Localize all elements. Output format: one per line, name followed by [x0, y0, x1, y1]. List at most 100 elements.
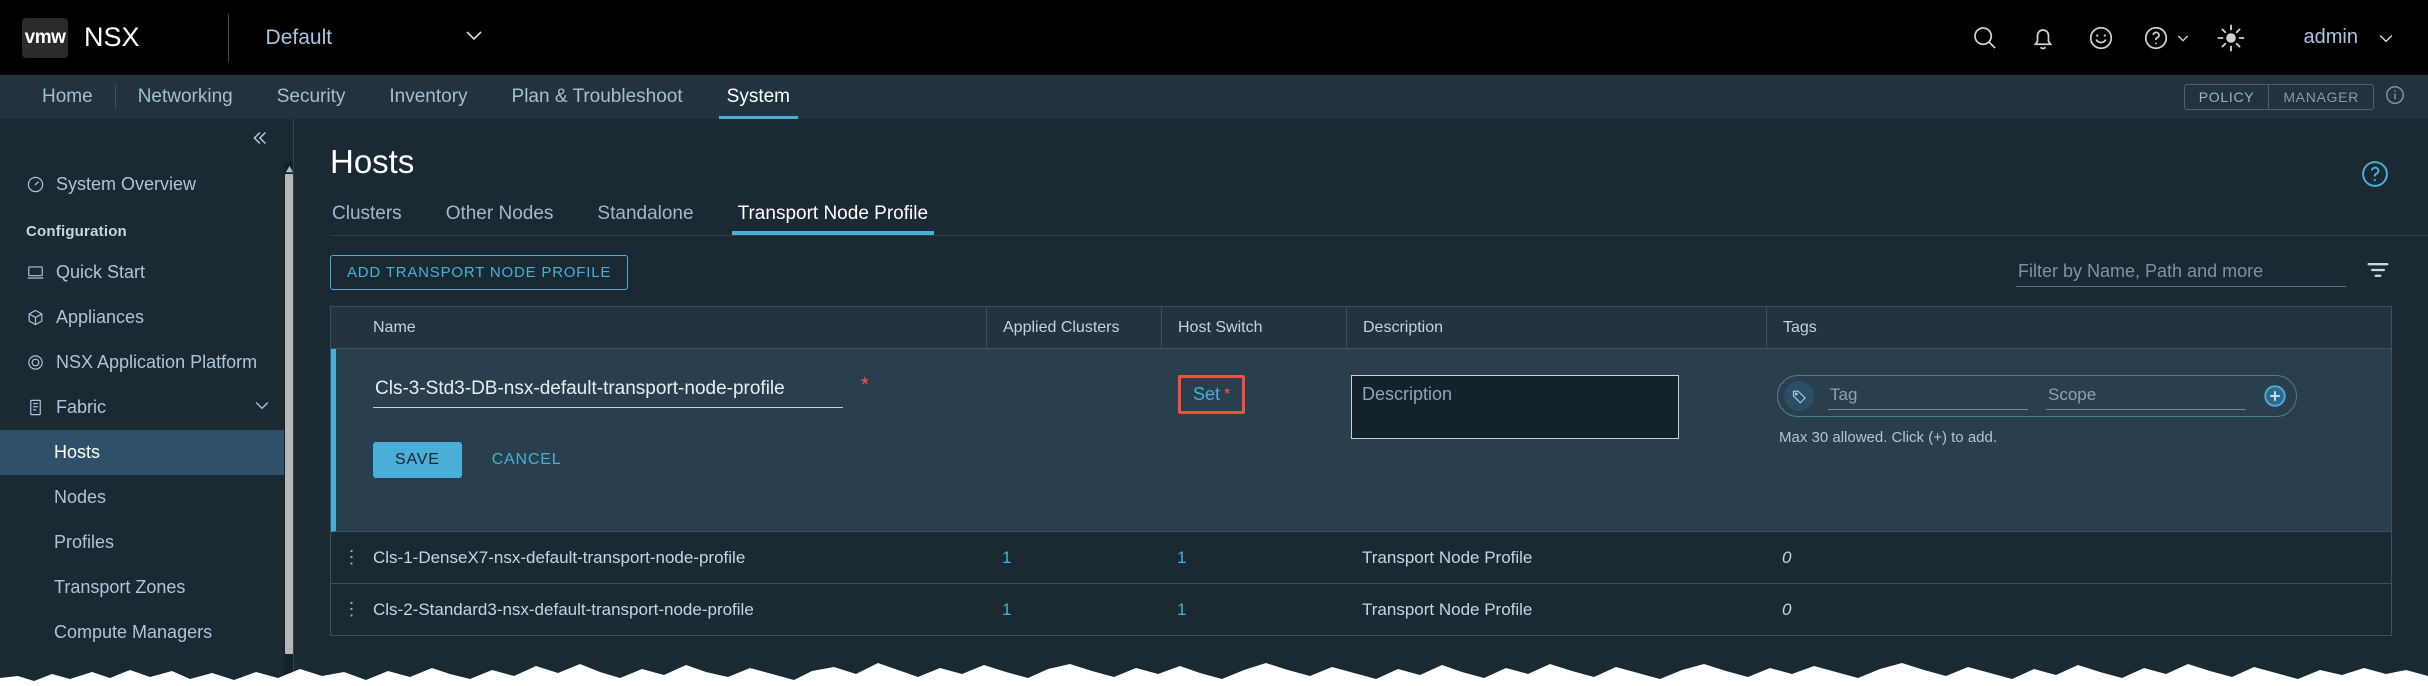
sidebar-item-label: Nodes [54, 487, 107, 507]
sidebar-item-quick-start[interactable]: Quick Start [0, 250, 294, 295]
sidebar-item-label: Profiles [54, 532, 115, 552]
tag-entry-control [1777, 375, 2297, 417]
sidebar-collapse-button[interactable] [0, 119, 294, 162]
tag-scope-input[interactable] [2046, 382, 2246, 410]
nav-item-system[interactable]: System [705, 75, 812, 119]
filter-funnel-icon[interactable] [2364, 256, 2392, 289]
column-header-host-switch[interactable]: Host Switch [1161, 306, 1346, 349]
nav-item-security[interactable]: Security [255, 75, 368, 119]
applied-clusters-link[interactable]: 1 [1002, 548, 1011, 568]
policy-manager-toggle[interactable]: POLICY MANAGER [2183, 84, 2374, 110]
row-host-switch-cell: 1 [1161, 584, 1346, 636]
host-switch-link[interactable]: 1 [1177, 600, 1186, 620]
description-textarea[interactable] [1351, 375, 1679, 439]
sidebar-item-label: Compute Managers [54, 622, 213, 642]
page-help-icon[interactable] [2358, 157, 2392, 196]
edit-cell-description [1351, 349, 1771, 531]
header-icon-group: admin [1956, 0, 2428, 75]
nav-item-networking[interactable]: Networking [116, 75, 255, 119]
column-header-description[interactable]: Description [1346, 306, 1766, 349]
sidebar-scrollbar-thumb[interactable] [285, 174, 293, 654]
content-tabs: Clusters Other Nodes Standalone Transpor… [294, 199, 2428, 235]
cube-icon [26, 308, 56, 327]
save-button[interactable]: SAVE [373, 442, 462, 478]
edit-cell-name: * SAVE CANCEL [336, 349, 991, 531]
sidebar-item-label: Appliances [56, 307, 145, 327]
sidebar-item-system-overview[interactable]: System Overview [0, 162, 294, 207]
host-switch-required-asterisk: * [1224, 385, 1231, 403]
user-menu-chevron-down-icon[interactable] [2364, 0, 2408, 75]
info-icon[interactable] [2384, 84, 2406, 111]
cancel-button[interactable]: CANCEL [492, 451, 562, 469]
column-header-applied-clusters[interactable]: Applied Clusters [986, 306, 1161, 349]
sidebar-item-profiles[interactable]: Profiles [0, 520, 294, 565]
applied-clusters-link[interactable]: 1 [1002, 600, 1011, 620]
tag-name-input[interactable] [1828, 382, 2028, 410]
table-row[interactable]: ⋮ Cls-1-DenseX7-nsx-default-transport-no… [331, 532, 2391, 584]
help-icon[interactable] [2130, 0, 2202, 75]
sidebar-item-compute-managers[interactable]: Compute Managers [0, 610, 294, 655]
host-switch-set-highlight: Set * [1178, 375, 1246, 414]
tag-icon [1784, 381, 1814, 411]
nav-item-label: Inventory [389, 86, 468, 107]
sidebar-item-transport-zones[interactable]: Transport Zones [0, 565, 294, 610]
table-row[interactable]: ⋮ Cls-2-Standard3-nsx-default-transport-… [331, 584, 2391, 636]
bell-icon[interactable] [2014, 0, 2072, 75]
tab-transport-node-profile[interactable]: Transport Node Profile [731, 203, 935, 235]
sidebar-item-nsx-application-platform[interactable]: NSX Application Platform [0, 340, 294, 385]
page-title: Hosts [330, 143, 415, 180]
sidebar-item-appliances[interactable]: Appliances [0, 295, 294, 340]
column-header-name[interactable]: Name [331, 307, 986, 349]
manager-mode-button[interactable]: MANAGER [2269, 85, 2373, 109]
sidebar-item-label: Transport Zones [54, 577, 186, 597]
server-icon [26, 398, 56, 417]
product-name: NSX [84, 22, 140, 52]
add-transport-node-profile-button[interactable]: ADD TRANSPORT NODE PROFILE [330, 254, 629, 290]
filter-input[interactable] [2016, 257, 2346, 287]
add-tag-plus-icon[interactable] [2262, 383, 2288, 409]
nav-item-inventory[interactable]: Inventory [367, 75, 489, 119]
table-header-row: Name Applied Clusters Host Switch Descri… [331, 306, 2391, 349]
theme-brightness-icon[interactable] [2202, 0, 2260, 75]
column-header-tags[interactable]: Tags [1766, 306, 2391, 349]
row-actions-kebab-icon[interactable]: ⋮ [331, 599, 373, 620]
user-menu[interactable]: admin [2260, 26, 2364, 49]
search-icon[interactable] [1956, 0, 2014, 75]
content-toolbar: ADD TRANSPORT NODE PROFILE [294, 244, 2428, 300]
smiley-icon[interactable] [2072, 0, 2130, 75]
sidebar-item-fabric[interactable]: Fabric [0, 385, 294, 430]
sidebar-item-nodes[interactable]: Nodes [0, 475, 294, 520]
tenant-selector[interactable]: Default [266, 23, 486, 52]
tab-other-nodes[interactable]: Other Nodes [444, 203, 556, 235]
primary-navigation-bar: Home Networking Security Inventory Plan … [0, 75, 2428, 119]
tab-label: Transport Node Profile [737, 203, 929, 224]
sidebar-group-configuration: Configuration [26, 223, 127, 240]
policy-mode-button[interactable]: POLICY [2185, 85, 2270, 109]
row-description-cell: Transport Node Profile [1362, 547, 1533, 567]
row-tags-count: 0 [1782, 599, 1792, 619]
row-actions-kebab-icon[interactable]: ⋮ [331, 547, 373, 568]
chevron-down-icon [462, 23, 486, 52]
brand-area[interactable]: vmw NSX [0, 17, 140, 58]
row-name-label: Cls-2-Standard3-nsx-default-transport-no… [373, 599, 754, 619]
nav-item-home[interactable]: Home [20, 75, 115, 119]
tab-standalone[interactable]: Standalone [595, 203, 695, 235]
row-tags-cell: 0 [1766, 584, 2391, 636]
name-required-asterisk: * [861, 374, 869, 396]
host-switch-link[interactable]: 1 [1177, 548, 1186, 568]
name-field-group: * [336, 375, 991, 408]
chevron-down-icon[interactable] [252, 395, 272, 420]
tab-clusters[interactable]: Clusters [330, 203, 404, 235]
sidebar-item-label: Hosts [54, 442, 101, 462]
row-name-cell: ⋮ Cls-1-DenseX7-nsx-default-transport-no… [331, 532, 986, 584]
tabs-underline-rule [330, 235, 2428, 236]
profile-name-input[interactable] [373, 375, 843, 408]
sidebar-item-hosts[interactable]: Hosts [0, 430, 294, 475]
row-name-cell: ⋮ Cls-2-Standard3-nsx-default-transport-… [331, 584, 986, 636]
top-header-bar: vmw NSX Default admin [0, 0, 2428, 75]
sidebar-item-label: Fabric [56, 397, 107, 417]
nav-item-plan-troubleshoot[interactable]: Plan & Troubleshoot [490, 75, 705, 119]
header-divider [227, 13, 229, 62]
row-applied-clusters-cell: 1 [986, 532, 1161, 584]
host-switch-set-link[interactable]: Set [1193, 384, 1220, 405]
